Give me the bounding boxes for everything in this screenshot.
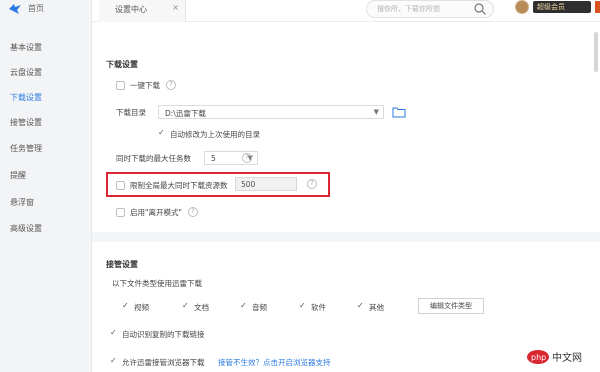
one-click-checkbox[interactable] — [116, 81, 125, 90]
php-logo-icon: php 中文网 — [527, 350, 582, 364]
file-type-label: 其他 — [369, 303, 384, 312]
check-icon[interactable]: ✓ — [110, 329, 118, 337]
help-icon[interactable]: ? — [166, 80, 176, 90]
folder-icon[interactable] — [392, 105, 406, 119]
watermark: php 中文网 — [526, 348, 592, 366]
allow-browser-label: 允许迅雷接管浏览器下载 — [122, 358, 205, 367]
sidebar-item-basic[interactable]: 基本设置 — [10, 42, 42, 53]
svg-text:中文网: 中文网 — [552, 351, 582, 364]
sidebar: 首页 基本设置 云盘设置 下载设置 接管设置 任务管理 提醒 悬浮窗 高级设置 — [0, 0, 92, 372]
check-icon[interactable]: ✓ — [240, 302, 248, 310]
download-dir-select[interactable]: D:\迅雷下载 ▼ — [158, 105, 384, 119]
global-limit-label: 限制全局最大同时下载资源数 — [130, 181, 228, 190]
search-placeholder: 搜你所，下载你所想 — [377, 5, 440, 13]
avatar[interactable] — [515, 0, 529, 14]
help-icon[interactable]: ? — [307, 179, 317, 189]
takeover-section-title: 接管设置 — [106, 260, 138, 269]
sidebar-item-floating-window[interactable]: 悬浮窗 — [10, 197, 34, 208]
tab-label: 设置中心 — [115, 5, 147, 14]
concurrency-label: 同时下载的最大任务数 — [116, 154, 191, 163]
file-type-label: 文档 — [194, 303, 209, 312]
global-limit-checkbox[interactable] — [116, 181, 125, 190]
search-icon[interactable] — [473, 2, 487, 16]
sidebar-item-download[interactable]: 下载设置 — [10, 92, 42, 103]
auto-modify-label: 自动修改为上次使用的目录 — [170, 130, 260, 139]
close-icon[interactable]: × — [172, 3, 179, 12]
dir-value: D:\迅雷下载 — [165, 109, 206, 118]
check-icon[interactable]: ✓ — [357, 302, 365, 310]
sidebar-item-cloud[interactable]: 云盘设置 — [10, 67, 42, 78]
check-icon[interactable]: ✓ — [182, 302, 190, 310]
file-type-label: 视频 — [134, 303, 149, 312]
check-icon[interactable]: ✓ — [122, 302, 130, 310]
browser-support-link[interactable]: 接管不生效？点击开启浏览器支持 — [218, 357, 331, 368]
edit-file-types-button[interactable]: 编辑文件类型 — [418, 298, 484, 314]
sidebar-home[interactable]: 首页 — [28, 3, 44, 14]
check-icon[interactable]: ✓ — [299, 302, 307, 310]
away-mode-label: 启用"离开模式" — [130, 208, 182, 217]
thunder-bird-icon — [9, 4, 21, 14]
concurrency-value: 5 — [211, 154, 216, 163]
check-icon[interactable]: ✓ — [110, 357, 118, 365]
chevron-down-icon: ▼ — [373, 108, 379, 116]
notification-badge[interactable] — [595, 1, 600, 13]
download-section-title: 下载设置 — [106, 60, 138, 69]
svg-text:php: php — [531, 353, 546, 362]
sidebar-item-advanced[interactable]: 高级设置 — [10, 223, 42, 234]
one-click-label: 一键下载 — [130, 81, 160, 90]
global-limit-value: 500 — [241, 180, 256, 189]
sidebar-item-takeover[interactable]: 接管设置 — [10, 117, 42, 128]
sidebar-item-tasks[interactable]: 任务管理 — [10, 143, 42, 154]
search-input[interactable]: 搜你所，下载你所想 — [366, 0, 494, 18]
sidebar-item-reminder[interactable]: 提醒 — [10, 170, 26, 181]
dir-label: 下载目录 — [116, 108, 146, 117]
auto-detect-label: 自动识别复制的下载链接 — [122, 330, 205, 339]
section-divider — [92, 232, 600, 242]
scrollbar[interactable] — [594, 32, 598, 72]
global-limit-input[interactable]: 500 — [235, 177, 297, 191]
file-type-label: 音频 — [252, 303, 267, 312]
top-bar: 设置中心 × 搜你所，下载你所想 超级会员 — [92, 0, 600, 22]
tab-settings-center[interactable]: 设置中心 × — [99, 0, 186, 22]
vip-label: 超级会员 — [537, 3, 565, 11]
file-type-label: 软件 — [311, 303, 326, 312]
file-types-label: 以下文件类型使用迅雷下载 — [112, 279, 202, 288]
check-icon[interactable]: ✓ — [158, 129, 166, 137]
settings-main: 下载设置 一键下载 ? 下载目录 D:\迅雷下载 ▼ ✓ 自动修改为上次使用的目… — [92, 22, 600, 372]
vip-badge[interactable]: 超级会员 — [533, 1, 591, 13]
away-mode-checkbox[interactable] — [116, 208, 125, 217]
help-icon[interactable]: ? — [242, 153, 252, 163]
help-icon[interactable]: ? — [188, 207, 198, 217]
